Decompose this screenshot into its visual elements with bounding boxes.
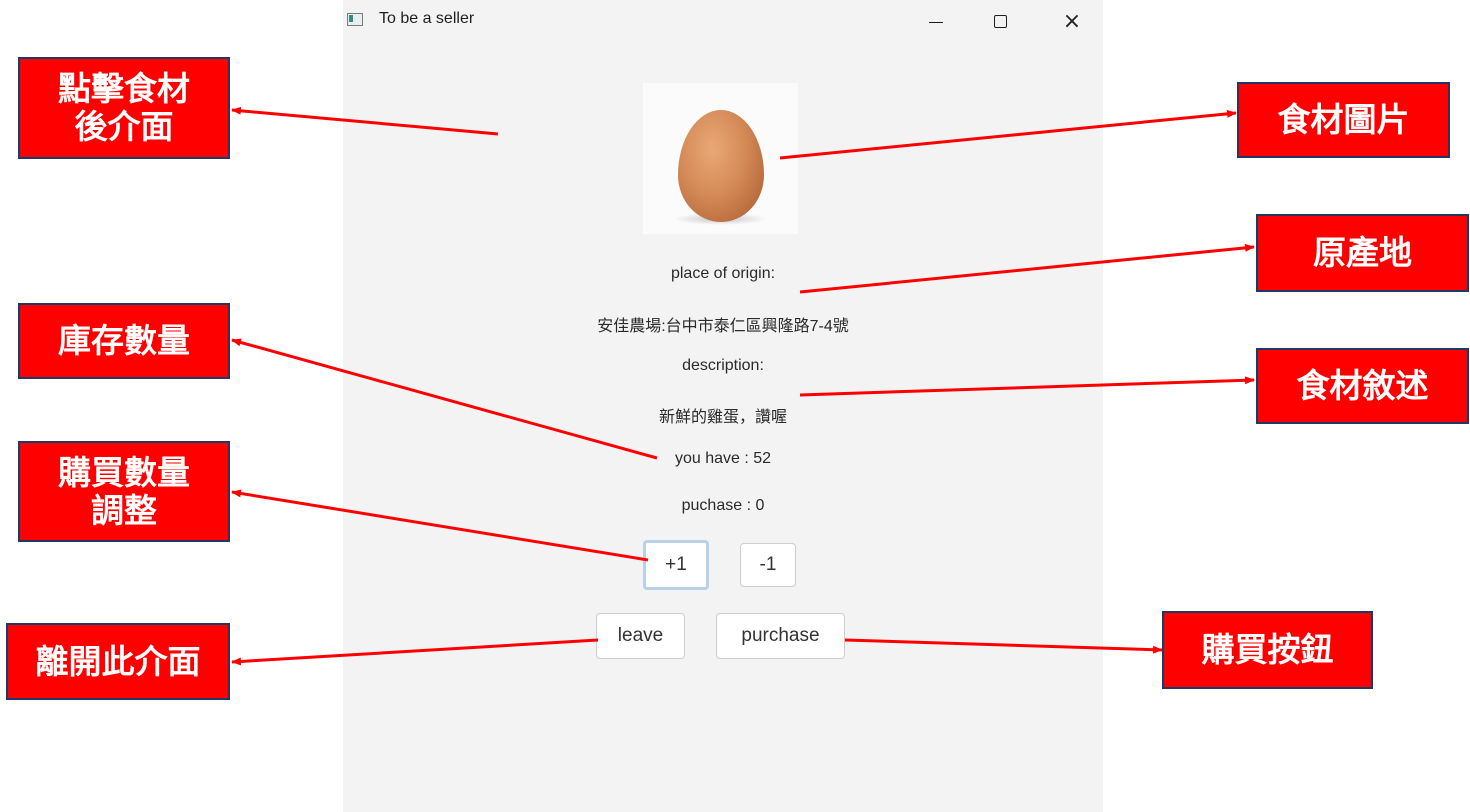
minimize-button[interactable] — [913, 6, 959, 36]
purchase-button[interactable]: purchase — [716, 613, 845, 659]
close-button[interactable]: × — [1049, 6, 1095, 36]
close-icon: × — [1062, 8, 1082, 34]
decrement-button[interactable]: -1 — [740, 543, 796, 587]
annotation-ingredient-description: 食材敘述 — [1256, 348, 1469, 424]
app-icon — [347, 13, 363, 26]
increment-button[interactable]: +1 — [643, 540, 709, 590]
title-bar[interactable]: To be a seller × — [343, 0, 1103, 44]
leave-button[interactable]: leave — [596, 613, 685, 659]
annotation-purchase-button: 購買按鈕 — [1162, 611, 1373, 689]
annotation-line-1: 點擊食材 — [58, 69, 190, 109]
annotation-ingredient-image: 食材圖片 — [1237, 82, 1450, 158]
egg-photo — [678, 110, 764, 222]
maximize-icon — [993, 14, 1007, 28]
stock-quantity: you have : 52 — [674, 450, 772, 467]
app-window: To be a seller × place of origin: 安佳農場:台… — [343, 0, 1103, 812]
annotation-line-2: 後介面 — [74, 107, 174, 146]
minimize-icon — [929, 21, 943, 23]
annotation-adjust-quantity: 購買數量 調整 — [18, 441, 230, 542]
origin-label: place of origin: — [670, 265, 776, 282]
window-title: To be a seller — [379, 10, 475, 27]
annotation-interface-after-click: 點擊食材 後介面 — [18, 57, 230, 159]
maximize-button[interactable] — [977, 6, 1023, 36]
purchase-quantity: puchase : 0 — [681, 497, 765, 514]
annotation-stock-quantity: 庫存數量 — [18, 303, 230, 379]
product-image — [643, 83, 798, 234]
annotation-leave-interface: 離開此介面 — [6, 623, 230, 700]
description-value: 新鮮的雞蛋，讚喔 — [658, 409, 787, 426]
annotation-line-1: 購買數量 — [58, 452, 190, 492]
origin-value: 安佳農場:台中市泰仁區興隆路7-4號 — [597, 318, 849, 335]
description-label: description: — [682, 357, 764, 374]
annotation-place-of-origin: 原產地 — [1256, 214, 1469, 292]
annotation-line-2: 調整 — [91, 490, 157, 530]
